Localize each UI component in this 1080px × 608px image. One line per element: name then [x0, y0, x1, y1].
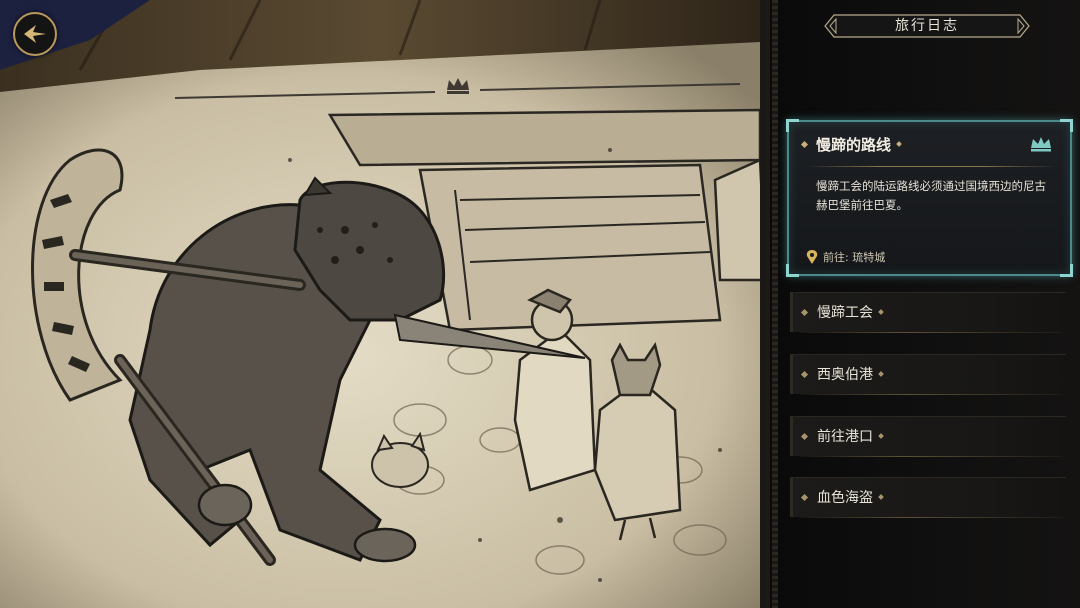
item-divider	[800, 456, 1062, 457]
quest-label: 慢蹄工会	[817, 305, 873, 321]
item-accent	[790, 355, 793, 394]
item-accent	[790, 417, 793, 456]
quest-label: 血色海盗	[817, 490, 873, 506]
item-divider	[800, 332, 1062, 333]
bullet-diamond-icon	[896, 141, 902, 147]
comic-scene-art	[0, 0, 766, 608]
active-quest-title: 慢蹄的路线	[816, 136, 892, 154]
card-corner	[786, 264, 799, 277]
destination-label: 前往: 琉特城	[823, 251, 886, 264]
bullet-diamond-icon	[800, 370, 809, 379]
quest-list-item[interactable]: 前往港口	[790, 416, 1066, 457]
item-divider	[800, 517, 1062, 518]
active-quest-destination: 前往: 琉特城	[805, 249, 885, 265]
crown-icon	[1031, 137, 1051, 152]
bullet-diamond-icon	[800, 308, 809, 317]
item-divider	[800, 394, 1062, 395]
bullet-diamond-icon	[800, 432, 809, 441]
card-corner	[1060, 119, 1073, 132]
active-quest-card[interactable]: 慢蹄的路线 慢蹄工会的陆运路线必须通过国境西边的尼古赫巴堡前往巴夏。 前往: 琉…	[786, 119, 1073, 277]
bullet-diamond-icon	[800, 140, 809, 149]
comic-illustration	[0, 0, 766, 608]
bullet-diamond-icon	[878, 309, 884, 315]
item-accent	[790, 478, 793, 517]
bullet-diamond-icon	[878, 494, 884, 500]
panel-border	[772, 0, 778, 608]
back-arrow-icon	[24, 25, 46, 43]
quest-label: 西奥伯港	[817, 367, 873, 383]
quest-label: 前往港口	[817, 429, 873, 445]
bullet-diamond-icon	[878, 371, 884, 377]
back-button[interactable]	[13, 12, 57, 56]
journal-header: 旅行日志	[824, 14, 1030, 38]
active-quest-description: 慢蹄工会的陆运路线必须通过国境西边的尼古赫巴堡前往巴夏。	[816, 179, 1046, 212]
bullet-diamond-icon	[800, 493, 809, 502]
quest-list-item[interactable]: 血色海盗	[790, 477, 1066, 518]
bullet-diamond-icon	[878, 433, 884, 439]
map-pin-icon	[806, 250, 818, 264]
journal-title: 旅行日志	[895, 18, 959, 34]
item-accent	[790, 293, 793, 332]
card-corner	[1060, 264, 1073, 277]
card-divider	[805, 166, 1057, 167]
quest-list-item[interactable]: 西奥伯港	[790, 354, 1066, 395]
card-corner	[786, 119, 799, 132]
quest-list-item[interactable]: 慢蹄工会	[790, 292, 1066, 333]
